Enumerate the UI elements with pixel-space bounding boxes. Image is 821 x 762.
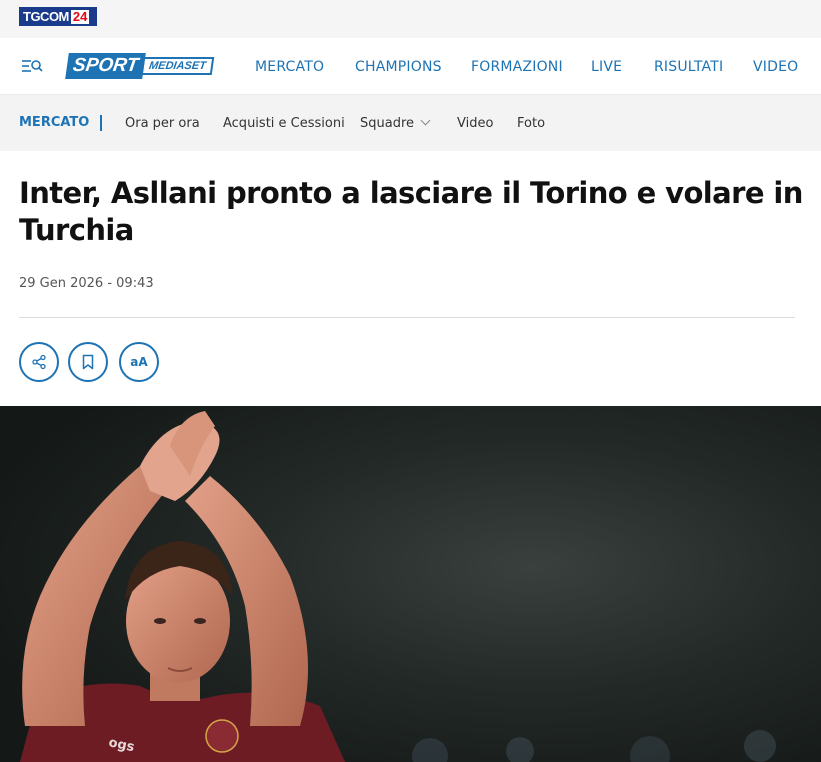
section-subnav: MERCATO Ora per ora Acquisti e Cessioni …: [0, 95, 821, 151]
mediaset-logo-text: MEDIASET: [140, 57, 215, 75]
nav-item-live[interactable]: LIVE: [591, 59, 622, 75]
font-size-button[interactable]: aA: [119, 342, 159, 382]
nav-item-champions[interactable]: CHAMPIONS: [355, 59, 442, 75]
main-navigation: SPORT MEDIASET MERCATO CHAMPIONS FORMAZI…: [0, 38, 821, 95]
bookmark-button[interactable]: [68, 342, 108, 382]
tgcom-logo-number: 24: [70, 8, 90, 24]
tgcom-logo-text: TGCOM: [23, 9, 69, 24]
article-title: Inter, Asllani pronto a lasciare il Tori…: [19, 176, 803, 247]
subnav-item-video[interactable]: Video: [457, 116, 493, 131]
subnav-divider: [100, 115, 102, 131]
top-bar: TGCOM 24: [0, 0, 821, 38]
subnav-item-squadre-label: Squadre: [360, 116, 415, 131]
share-button[interactable]: [19, 342, 59, 382]
article-date: 29 Gen 2026 - 09:43: [19, 276, 154, 291]
subnav-item-foto[interactable]: Foto: [517, 116, 545, 131]
subnav-item-squadre[interactable]: Squadre: [360, 115, 431, 131]
subnav-item-ora-per-ora[interactable]: Ora per ora: [125, 116, 200, 131]
bookmark-icon: [82, 354, 94, 370]
menu-search-icon[interactable]: [20, 56, 44, 76]
sport-mediaset-logo[interactable]: SPORT MEDIASET: [65, 53, 215, 79]
share-icon: [32, 354, 46, 370]
article-divider: [19, 317, 795, 318]
article-hero-image: ogs: [0, 406, 821, 762]
subnav-item-acquisti-cessioni[interactable]: Acquisti e Cessioni: [223, 116, 345, 131]
tgcom24-logo[interactable]: TGCOM 24: [19, 7, 97, 26]
chevron-down-icon: [420, 115, 431, 126]
sport-logo-text: SPORT: [65, 53, 146, 79]
hero-photo: ogs: [0, 406, 821, 762]
nav-item-mercato[interactable]: MERCATO: [255, 59, 324, 75]
nav-item-video[interactable]: VIDEO: [753, 59, 798, 75]
nav-item-formazioni[interactable]: FORMAZIONI: [471, 59, 563, 75]
font-size-icon: aA: [130, 355, 148, 369]
subnav-category[interactable]: MERCATO: [19, 115, 89, 130]
nav-item-risultati[interactable]: RISULTATI: [654, 59, 723, 75]
